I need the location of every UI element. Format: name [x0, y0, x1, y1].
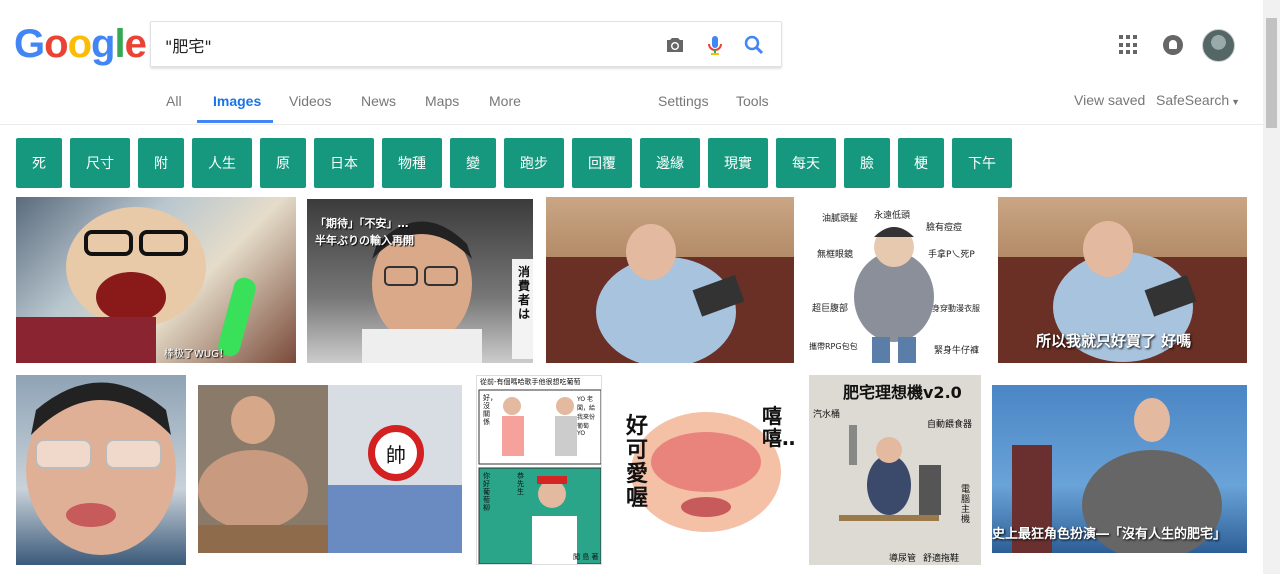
diagram-label: 舒適拖鞋 — [923, 554, 960, 564]
tab-images[interactable]: Images — [213, 93, 261, 109]
apps-grid-icon[interactable] — [1119, 35, 1139, 55]
tab-all[interactable]: All — [166, 93, 182, 109]
logo-letter: e — [124, 22, 147, 66]
tab-settings[interactable]: Settings — [658, 93, 709, 109]
image-result[interactable]: 油膩頭髮 永遠低頭 臉有痘痘 無框眼鏡 手拿P乀死P 超巨腹部 身穿動漫衣服 攜… — [808, 197, 984, 363]
comic-text: YO 老闆，給我來份葡萄YO — [577, 396, 596, 437]
logo-letter: l — [114, 22, 125, 66]
tab-more[interactable]: More — [489, 93, 521, 109]
chip[interactable]: 物種 — [382, 138, 442, 188]
diagram-label: 無框眼鏡 — [817, 250, 854, 260]
chip[interactable]: 死 — [16, 138, 62, 188]
image-result[interactable]: 史上最狂角色扮演―「沒有人生的肥宅」 — [992, 385, 1247, 553]
diagram-label: 身穿動漫衣服 — [932, 304, 980, 313]
search-input[interactable] — [165, 34, 645, 56]
chip[interactable]: 每天 — [776, 138, 836, 188]
image-caption: 半年ぶりの輸入再開 — [315, 234, 414, 247]
comic-text: 恭 先生 — [517, 472, 524, 496]
comic-text: 好，沒關係 — [483, 394, 497, 426]
chevron-down-icon: ▼ — [1231, 97, 1241, 107]
image-result[interactable]: 帥 — [198, 385, 462, 553]
logo-letter: o — [67, 22, 92, 66]
image-result[interactable] — [546, 197, 794, 363]
image-result[interactable]: 肥宅理想機v2.0 汽水桶 自動餵食器 電腦主機 導尿管 舒適拖鞋 — [809, 375, 981, 565]
camera-icon[interactable] — [663, 33, 687, 57]
image-caption: 所以我就只好買了 好嗎 — [1036, 332, 1192, 350]
vertical-scrollbar[interactable] — [1263, 0, 1280, 574]
chip[interactable]: 下午 — [952, 138, 1012, 188]
image-result[interactable]: 棒极了WUG！ — [16, 197, 296, 363]
ideal-machine-image — [839, 425, 941, 521]
diagram-label: 攜帶RPG包包 — [809, 342, 858, 351]
diagram-label: 手拿P乀死P — [928, 250, 975, 260]
notifications-icon[interactable] — [1163, 35, 1183, 55]
diagram-label: 緊身牛仔褲 — [934, 346, 980, 356]
chip[interactable]: 附 — [138, 138, 184, 188]
image-sign-text: 消費者は — [518, 265, 531, 321]
image-title: 肥宅理想機v2.0 — [843, 383, 962, 402]
two-photos-image — [198, 385, 462, 553]
image-result[interactable]: 從前-有個嗎哈歌手他很想吃葡萄 好，沒關係 YO 老闆，給我來份葡萄YO 你好 … — [476, 375, 602, 565]
google-logo[interactable]: Google — [14, 22, 147, 67]
chip[interactable]: 邊緣 — [640, 138, 700, 188]
logo-letter: o — [44, 22, 68, 66]
safesearch-menu[interactable]: SafeSearch ▼ — [1156, 92, 1240, 108]
account-avatar[interactable] — [1202, 29, 1235, 62]
comic-text: 闖 島 著 — [573, 553, 599, 561]
chip[interactable]: 原 — [260, 138, 306, 188]
man-armchair-image — [546, 224, 794, 363]
search-box — [150, 21, 782, 67]
chip[interactable]: 現實 — [708, 138, 768, 188]
diagram-label: 導尿管 — [889, 554, 917, 564]
safesearch-label: SafeSearch — [1156, 92, 1230, 108]
header: Google All Images Videos News Maps — [0, 0, 1280, 125]
man-glasses-image — [26, 382, 176, 555]
microphone-icon[interactable] — [703, 33, 727, 57]
diagram-label: 汽水桶 — [813, 410, 841, 420]
tab-news[interactable]: News — [361, 93, 396, 109]
image-caption: 史上最狂角色扮演―「沒有人生的肥宅」 — [992, 527, 1227, 542]
active-tab-indicator — [197, 120, 273, 123]
diagram-label: 油膩頭髮 — [822, 214, 859, 224]
image-result[interactable]: 好可愛喔 嘻嘻…… — [614, 397, 796, 543]
diagram-label: 臉有痘痘 — [926, 223, 963, 233]
scrollbar-thumb[interactable] — [1266, 18, 1277, 128]
tab-maps[interactable]: Maps — [425, 93, 459, 109]
image-result[interactable]: 「期待」「不安」… 半年ぶりの輸入再開 消費者は — [307, 199, 533, 363]
chip[interactable]: 尺寸 — [70, 138, 130, 188]
comic-text: 你好 葡萄 柳 — [483, 472, 490, 512]
diagram-label: 自動餵食器 — [927, 420, 973, 430]
chip[interactable]: 跑步 — [504, 138, 564, 188]
diagram-label: 電腦主機 — [961, 485, 971, 525]
image-caption: 棒极了WUG！ — [164, 349, 229, 360]
chip[interactable]: 梗 — [898, 138, 944, 188]
chip[interactable]: 臉 — [844, 138, 890, 188]
image-caption: 好可愛喔 — [626, 414, 649, 511]
search-tabs: All Images Videos News Maps More Setting… — [0, 82, 1280, 124]
view-saved-link[interactable]: View saved — [1074, 92, 1145, 108]
comic-text: 從前-有個嗎哈歌手他很想吃葡萄 — [480, 378, 581, 386]
search-icon[interactable] — [742, 33, 766, 57]
anime-laughing-image — [16, 207, 256, 363]
tab-videos[interactable]: Videos — [289, 93, 332, 109]
image-result[interactable] — [16, 375, 186, 565]
chip[interactable]: 回覆 — [572, 138, 632, 188]
image-caption: 「期待」「不安」… — [315, 217, 409, 230]
diagram-label: 超巨腹部 — [812, 304, 849, 314]
image-result[interactable]: 所以我就只好買了 好嗎 — [998, 197, 1247, 363]
chip[interactable]: 人生 — [192, 138, 252, 188]
diagram-label: 永遠低頭 — [874, 211, 911, 221]
image-badge: 帥 — [368, 425, 424, 481]
chip[interactable]: 變 — [450, 138, 496, 188]
image-caption: 嘻嘻…… — [762, 404, 796, 450]
chip[interactable]: 日本 — [314, 138, 374, 188]
logo-letter: g — [91, 22, 115, 66]
logo-letter: G — [14, 22, 45, 66]
tab-tools[interactable]: Tools — [736, 93, 769, 109]
